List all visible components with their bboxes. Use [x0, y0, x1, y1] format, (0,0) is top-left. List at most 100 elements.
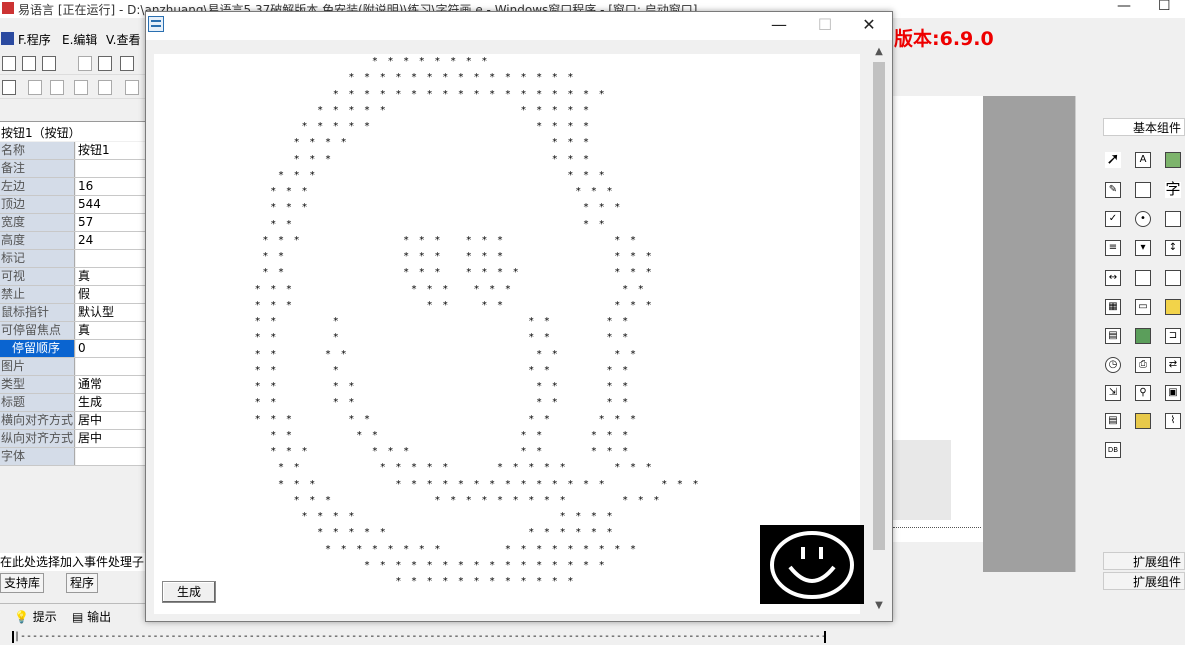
- property-value[interactable]: 生成: [76, 394, 145, 411]
- checkbox-icon[interactable]: ✓: [1103, 209, 1123, 229]
- window-icon[interactable]: ▣: [1163, 383, 1183, 403]
- close-button[interactable]: ✕: [846, 12, 892, 38]
- property-row[interactable]: 纵向对齐方式 居中: [0, 430, 145, 448]
- transfer-icon[interactable]: ⇄: [1163, 355, 1183, 375]
- property-value[interactable]: 真: [76, 268, 145, 285]
- align-left-icon[interactable]: [28, 80, 42, 95]
- group-icon[interactable]: [1163, 209, 1183, 229]
- pointer-icon[interactable]: ➚: [1103, 150, 1123, 170]
- data-icon[interactable]: ▤: [1103, 411, 1123, 431]
- property-row[interactable]: 顶边 544: [0, 196, 145, 214]
- property-value[interactable]: [76, 160, 145, 177]
- edit-icon[interactable]: ✎: [1103, 180, 1123, 200]
- maximize-icon[interactable]: ☐: [1158, 0, 1171, 14]
- new-file-icon[interactable]: [2, 56, 16, 71]
- property-row[interactable]: 可停留焦点真: [0, 322, 145, 340]
- menu-program[interactable]: F.程序: [18, 31, 51, 48]
- scroll-thumb[interactable]: [873, 62, 885, 550]
- property-value[interactable]: 默认型: [76, 304, 145, 321]
- extension-components-1[interactable]: 扩展组件: [1103, 552, 1185, 570]
- property-row[interactable]: 高度 24: [0, 232, 145, 250]
- property-value[interactable]: 16: [76, 178, 145, 195]
- open-folder-icon[interactable]: [22, 56, 36, 71]
- property-value[interactable]: 24: [76, 232, 145, 249]
- label-icon[interactable]: A: [1133, 150, 1153, 170]
- scroll-up-icon[interactable]: ▲: [873, 46, 885, 60]
- paste-icon[interactable]: [120, 56, 134, 71]
- property-row[interactable]: 鼠标指针 默认型: [0, 304, 145, 322]
- list-icon[interactable]: ≡: [1103, 238, 1123, 258]
- save-icon[interactable]: [42, 56, 56, 71]
- scroll-down-icon[interactable]: ▼: [873, 600, 885, 614]
- align-top-icon[interactable]: [74, 80, 88, 95]
- property-value[interactable]: 居中: [76, 412, 145, 429]
- textbox-scrollbar[interactable]: ▲ ▼: [870, 44, 888, 616]
- network-icon[interactable]: [1133, 326, 1153, 346]
- tab-output[interactable]: ▤ 输出: [72, 608, 111, 625]
- property-row[interactable]: 备注: [0, 160, 145, 178]
- tab-support-library[interactable]: 支持库: [0, 573, 45, 593]
- property-row[interactable]: 名称 按钮1: [0, 142, 145, 160]
- property-row[interactable]: 禁止假: [0, 286, 145, 304]
- maximize-button[interactable]: ☐: [802, 12, 848, 38]
- property-row-selected[interactable]: 停留顺序 0: [0, 340, 145, 358]
- minimize-icon[interactable]: —: [1117, 0, 1131, 14]
- generate-button[interactable]: 生成: [162, 581, 216, 603]
- event-selector[interactable]: 在此处选择加入事件处理子: [0, 553, 145, 571]
- connect-icon[interactable]: ⚲: [1133, 383, 1153, 403]
- db-icon[interactable]: [1133, 411, 1153, 431]
- property-value[interactable]: 0: [76, 340, 145, 357]
- property-value[interactable]: 按钮1: [76, 142, 145, 159]
- property-value[interactable]: 居中: [76, 430, 145, 447]
- copy-icon[interactable]: [98, 56, 112, 71]
- printer-icon[interactable]: ⎙: [1133, 355, 1153, 375]
- property-value[interactable]: [76, 358, 145, 375]
- program-window-titlebar[interactable]: — ☐ ✕: [146, 12, 892, 40]
- property-row[interactable]: 横向对齐方式 居中: [0, 412, 145, 430]
- combo-icon[interactable]: ▾: [1133, 238, 1153, 258]
- property-value[interactable]: [76, 448, 145, 465]
- frame-icon[interactable]: ⊐: [1163, 326, 1183, 346]
- property-value[interactable]: 通常: [76, 376, 145, 393]
- property-value[interactable]: 57: [76, 214, 145, 231]
- property-value[interactable]: 真: [76, 322, 145, 339]
- designer-scrollbar[interactable]: [1075, 96, 1092, 572]
- textbox-icon[interactable]: ▭: [1133, 297, 1153, 317]
- odbc-icon[interactable]: DB: [1103, 440, 1123, 460]
- property-row[interactable]: 标记: [0, 250, 145, 268]
- property-row[interactable]: 可视真: [0, 268, 145, 286]
- radio-icon[interactable]: •: [1133, 209, 1153, 229]
- button-icon[interactable]: [1133, 180, 1153, 200]
- align-bottom-icon[interactable]: [98, 80, 112, 95]
- property-row[interactable]: 标题 生成: [0, 394, 145, 412]
- form-icon[interactable]: [2, 80, 16, 95]
- property-value[interactable]: 假: [76, 286, 145, 303]
- align-middle-icon[interactable]: [125, 80, 139, 95]
- align-center-icon[interactable]: [50, 80, 64, 95]
- timer-icon[interactable]: ◷: [1103, 355, 1123, 375]
- chart-icon[interactable]: ⌇: [1163, 411, 1183, 431]
- tree-icon[interactable]: ▤: [1103, 326, 1123, 346]
- drive-icon[interactable]: ⇲: [1103, 383, 1123, 403]
- hscroll-icon[interactable]: ↔: [1103, 268, 1123, 288]
- grid-icon[interactable]: ▦: [1103, 297, 1123, 317]
- property-value[interactable]: 544: [76, 196, 145, 213]
- tab-hint[interactable]: 💡 提示: [14, 608, 57, 625]
- extension-components-2[interactable]: 扩展组件: [1103, 572, 1185, 590]
- ascii-art-textbox[interactable]: * * * * * * * * * * * * * * * * * * * * …: [154, 54, 860, 614]
- picture-box-icon[interactable]: [1163, 150, 1183, 170]
- file-box-icon[interactable]: [1163, 297, 1183, 317]
- property-row[interactable]: 字体: [0, 448, 145, 466]
- property-value[interactable]: [76, 250, 145, 267]
- scrollbar-icon[interactable]: ↕: [1163, 238, 1183, 258]
- minimize-button[interactable]: —: [756, 12, 802, 38]
- text-icon[interactable]: 字: [1163, 180, 1183, 200]
- property-row[interactable]: 左边 16: [0, 178, 145, 196]
- property-row[interactable]: 类型 通常: [0, 376, 145, 394]
- menu-edit[interactable]: E.编辑: [62, 31, 97, 48]
- tab-icon[interactable]: [1133, 268, 1153, 288]
- property-row[interactable]: 图片: [0, 358, 145, 376]
- property-row[interactable]: 宽度 57: [0, 214, 145, 232]
- progress-icon[interactable]: [1163, 268, 1183, 288]
- tab-program[interactable]: 程序: [66, 573, 99, 593]
